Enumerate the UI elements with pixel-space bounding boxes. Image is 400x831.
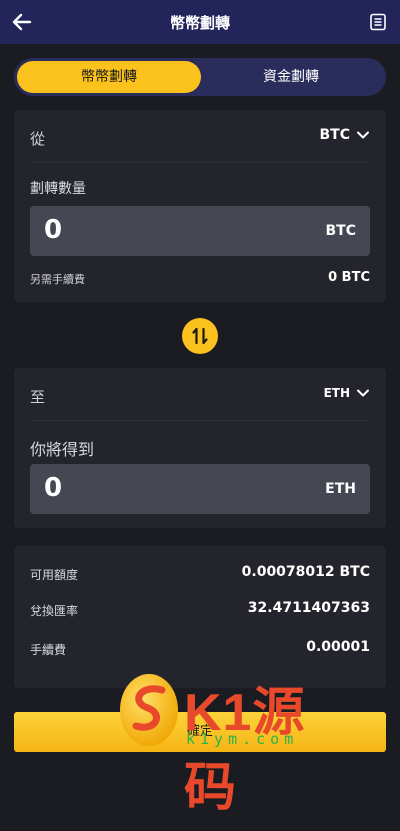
receive-amount-box: 0 ETH <box>30 464 370 514</box>
swap-arrows-icon <box>192 327 208 345</box>
rate-row: 兌換匯率 32.4711407363 <box>30 600 370 619</box>
tab-coin-transfer[interactable]: 幣幣劃轉 <box>17 61 201 93</box>
to-coin-select[interactable]: ETH <box>324 386 370 400</box>
transfer-tabs: 幣幣劃轉 資金劃轉 <box>14 58 386 96</box>
from-card: 從 BTC 劃轉數量 BTC 另需手續費 0 BTC <box>14 110 386 302</box>
extra-fee-value: 0 BTC <box>328 270 370 285</box>
swap-direction-button[interactable] <box>182 318 218 354</box>
amount-input-box[interactable]: BTC <box>30 206 370 256</box>
amount-label: 劃轉數量 <box>30 181 86 197</box>
receive-unit: ETH <box>325 481 356 497</box>
amount-input[interactable] <box>44 215 244 245</box>
receive-label: 你將得到 <box>30 440 95 459</box>
fee-row: 手續費 0.00001 <box>30 639 370 658</box>
fee-label: 手續費 <box>30 643 67 657</box>
app-header: 幣幣劃轉 <box>0 0 400 44</box>
fee-value: 0.00001 <box>306 639 370 655</box>
receive-amount: 0 <box>44 473 63 503</box>
record-list-icon[interactable] <box>368 12 388 32</box>
chevron-down-icon <box>357 131 369 139</box>
chevron-down-icon <box>357 389 369 397</box>
amount-unit: BTC <box>325 223 357 239</box>
from-coin-value: BTC <box>319 127 351 143</box>
divider <box>30 162 370 163</box>
divider <box>30 420 370 421</box>
available-row: 可用額度 0.00078012 BTC <box>30 564 370 583</box>
info-card: 可用額度 0.00078012 BTC 兌換匯率 32.4711407363 手… <box>14 546 386 688</box>
rate-label: 兌換匯率 <box>30 604 79 618</box>
rate-value: 32.4711407363 <box>247 600 370 616</box>
extra-fee-label: 另需手續費 <box>30 273 85 286</box>
extra-fee-row: 另需手續費 0 BTC <box>30 270 370 287</box>
available-label: 可用額度 <box>30 568 79 582</box>
from-coin-select[interactable]: BTC <box>320 127 371 143</box>
to-card: 至 ETH 你將得到 0 ETH <box>14 368 386 528</box>
confirm-button[interactable]: 確定 <box>14 712 386 752</box>
page-title: 幣幣劃轉 <box>169 14 230 32</box>
from-label: 從 <box>30 130 46 148</box>
to-label: 至 <box>30 388 46 406</box>
tab-fund-transfer[interactable]: 資金劃轉 <box>199 61 383 93</box>
available-value: 0.00078012 BTC <box>241 564 370 580</box>
to-coin-value: ETH <box>323 386 350 400</box>
